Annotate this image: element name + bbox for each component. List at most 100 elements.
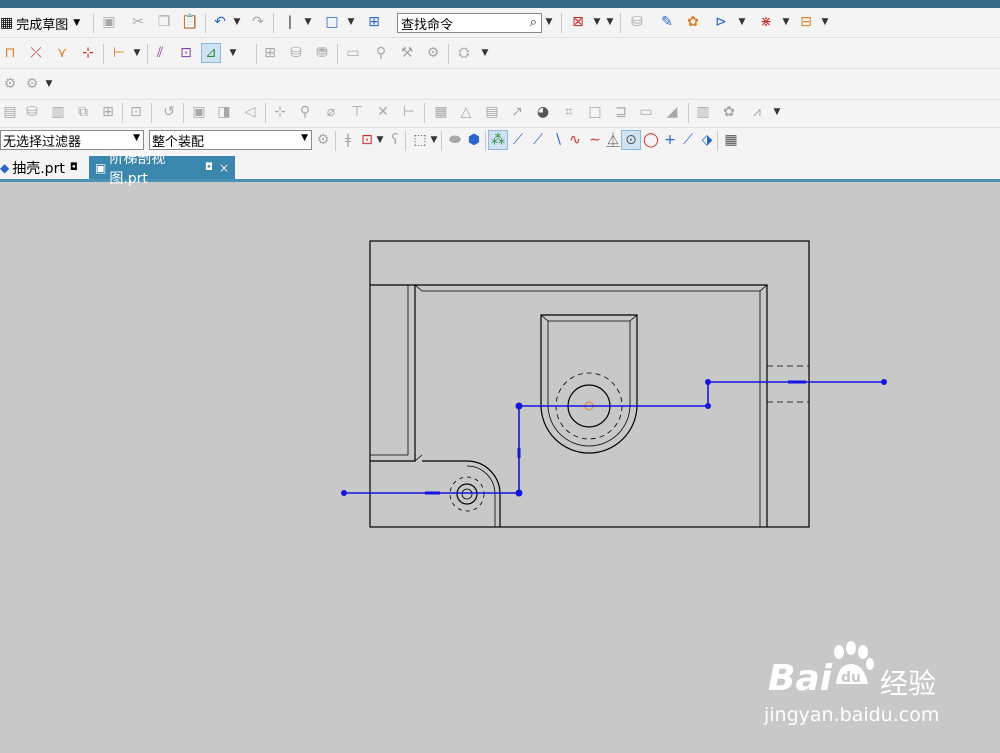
command-search-input[interactable]: 查找命令 ⌕ [397, 13, 542, 33]
reference-icon[interactable]: ⊒ [611, 102, 631, 122]
chevron-down-icon[interactable]: ▼ [73, 18, 80, 28]
break-view-icon[interactable]: ⊞ [98, 102, 118, 122]
pin-icon[interactable]: ◘ [70, 162, 78, 173]
chevron-down-icon[interactable]: ▼ [44, 74, 54, 94]
chevron-down-icon[interactable]: ▼ [303, 12, 313, 32]
chevron-down-icon[interactable]: ▼ [375, 130, 385, 150]
fit-view-icon[interactable]: ⊠ [568, 12, 588, 32]
rectangle-view-icon[interactable]: □ [322, 12, 342, 32]
display-style-icon[interactable]: ✿ [683, 12, 703, 32]
alternate-solution-icon[interactable]: ⊞ [260, 43, 280, 63]
chevron-down-icon[interactable]: ▼ [772, 102, 782, 122]
snap-quadrant-icon[interactable]: ◯ [641, 130, 661, 150]
select-face-icon[interactable]: ǂ [338, 130, 358, 150]
undo-icon[interactable]: ↶ [210, 12, 230, 32]
datum-feature-icon[interactable]: ⊤ [347, 102, 367, 122]
convert-reference-icon[interactable]: ⚒ [397, 43, 417, 63]
annotation-icon[interactable]: ⚲ [295, 102, 315, 122]
redo-icon[interactable]: ↷ [248, 12, 268, 32]
chevron-down-icon[interactable]: ▼ [544, 12, 554, 32]
select-solid-icon[interactable]: ⬬ [445, 130, 465, 150]
chevron-down-icon[interactable]: ▼ [346, 12, 356, 32]
relations-browser-icon[interactable]: ⚲ [371, 43, 391, 63]
section-bend-point[interactable] [705, 379, 711, 385]
insert-icon[interactable]: ǀ [280, 12, 300, 32]
table-icon[interactable]: ▤ [482, 102, 502, 122]
view-orient-icon[interactable]: ⊳ [711, 12, 731, 32]
make-corner-icon[interactable]: ⊹ [78, 43, 98, 63]
chevron-down-icon[interactable]: ▼ [429, 130, 439, 150]
section-view-icon[interactable]: ⧉ [73, 102, 93, 122]
detail-view-icon[interactable]: ▥ [48, 102, 68, 122]
chevron-down-icon[interactable]: ▼ [232, 12, 242, 32]
filter-reset-icon[interactable]: ⚙ [313, 130, 333, 150]
chevron-down-icon[interactable]: ▼ [133, 133, 140, 143]
animate-icon[interactable]: ⚙ [423, 43, 443, 63]
chevron-down-icon[interactable]: ▼ [737, 12, 747, 32]
auto-constrain-icon[interactable]: ⊿ [201, 43, 221, 63]
quick-extend-icon[interactable]: ⋎ [52, 43, 72, 63]
show-constraints-icon[interactable]: ⊡ [176, 43, 196, 63]
target-point-icon[interactable]: ✕ [373, 102, 393, 122]
snap-endpoint-icon[interactable]: ⟋ [508, 130, 528, 150]
base-view-icon[interactable]: ▤ [0, 102, 20, 122]
chevron-down-icon[interactable]: ▼ [480, 43, 490, 63]
save-icon[interactable]: ▣ [99, 12, 119, 32]
paste-icon[interactable]: 📋 [180, 12, 200, 32]
note-abc-icon[interactable]: ⊢ [399, 102, 419, 122]
wcs-icon[interactable]: ⋇ [756, 12, 776, 32]
pie-symbol-icon[interactable]: ◕ [533, 102, 553, 122]
rectangle-select-icon[interactable]: ⬚ [410, 130, 430, 150]
chevron-down-icon[interactable]: ▼ [301, 133, 308, 143]
chevron-down-icon[interactable]: ▼ [820, 12, 830, 32]
section-endpoint[interactable] [881, 379, 887, 385]
balloon-icon[interactable]: ✿ [719, 102, 739, 122]
snap-arc-center-icon[interactable]: ∼ [585, 130, 605, 150]
tab-shell-prt[interactable]: ◆ 抽壳.prt ◘ [0, 156, 84, 179]
section-bend-point[interactable] [705, 403, 711, 409]
triangle-icon[interactable]: △ [456, 102, 476, 122]
section-bend-point[interactable] [515, 402, 523, 410]
crosshatch-icon[interactable]: ◢ [662, 102, 682, 122]
section-bend-point[interactable] [515, 489, 523, 497]
snap-point-icon[interactable]: ⁂ [488, 130, 508, 150]
update-model-icon[interactable]: ⛭ [454, 43, 474, 63]
frame-icon[interactable]: ▭ [636, 102, 656, 122]
weld-symbol-icon[interactable]: ⩘ [747, 102, 767, 122]
graphics-window[interactable]: Bai du 经验 jingyan.baidu.com [0, 182, 1000, 749]
select-region-icon[interactable]: ⊡ [357, 130, 377, 150]
snap-tangent-icon[interactable]: ⏅ [603, 130, 623, 150]
border-icon[interactable]: ▣ [189, 102, 209, 122]
snap-on-face-icon[interactable]: ⬗ [697, 130, 717, 150]
chevron-down-icon[interactable]: ▼ [132, 43, 142, 63]
close-icon[interactable]: × [219, 161, 229, 175]
create-inferred-icon[interactable]: ⛃ [312, 43, 332, 63]
quick-trim-icon[interactable]: ⤫ [26, 43, 46, 63]
assembly-icon[interactable]: ⚙ [0, 74, 20, 94]
edit-object-icon[interactable]: ✎ [657, 12, 677, 32]
cut-icon[interactable]: ✂ [128, 12, 148, 32]
tolerance-icon[interactable]: ⌀ [321, 102, 341, 122]
command-finder-icon[interactable]: ⊞ [364, 12, 384, 32]
follow-path-icon[interactable]: ʕ [385, 130, 405, 150]
dimension-icon[interactable]: ⊢ [109, 43, 129, 63]
corner-icon[interactable]: ⊓ [0, 43, 20, 63]
pin-icon[interactable]: ◘ [205, 162, 213, 173]
view-boundary-icon[interactable]: ◁ [240, 102, 260, 122]
grid-icon[interactable]: ▦ [721, 130, 741, 150]
blank-box-icon[interactable]: □ [585, 102, 605, 122]
menu-bar[interactable] [0, 0, 1000, 8]
measure-icon[interactable]: ⊟ [796, 12, 816, 32]
geometric-constraint-icon[interactable]: ⫽ [150, 43, 170, 63]
snap-circle-center-icon[interactable]: ⊙ [621, 130, 641, 150]
projected-view-icon[interactable]: ⛁ [22, 102, 42, 122]
snap-intersection-icon[interactable]: ∿ [565, 130, 585, 150]
centerline-icon[interactable]: ⊹ [270, 102, 290, 122]
surface-finish-icon[interactable]: ▦ [431, 102, 451, 122]
view-align-icon[interactable]: ◨ [214, 102, 234, 122]
snap-on-curve-icon[interactable]: ⟋ [678, 130, 698, 150]
chevron-down-icon[interactable]: ▼ [781, 12, 791, 32]
part-navigator-icon[interactable]: ⛁ [627, 12, 647, 32]
chevron-down-icon[interactable]: ▼ [605, 12, 615, 32]
xyz-coordinate-icon[interactable]: ⌗ [559, 102, 579, 122]
